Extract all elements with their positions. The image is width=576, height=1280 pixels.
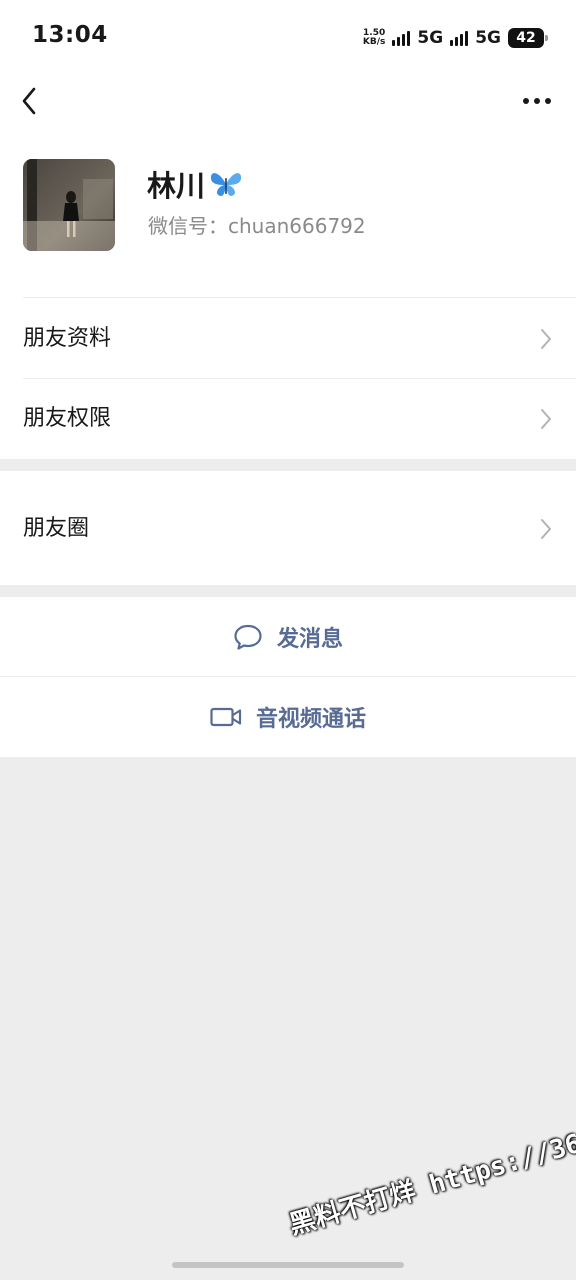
battery-icon: 42 [508,28,548,48]
row-label: 朋友资料 [23,326,112,351]
back-button[interactable] [14,84,44,118]
contact-name-text: 林川 [147,169,206,203]
wechat-id: 微信号：chuan666792 [148,214,366,238]
network-type-1: 5G [417,28,444,48]
row-label: 朋友权限 [23,406,112,431]
row-friend-profile[interactable]: 朋友资料 [0,299,576,379]
video-call-label: 音视频通话 [255,707,366,732]
video-camera-icon [210,707,242,727]
avatar-photo [23,159,115,251]
send-message-button[interactable]: 发消息 [0,597,576,677]
send-message-label: 发消息 [276,627,343,652]
watermark: 黑料不打烊 https://365bdy15.com [286,1085,576,1241]
video-call-button[interactable]: 音视频通话 [0,677,576,757]
divider [23,297,576,298]
row-moments[interactable]: 朋友圈 [0,489,576,569]
status-icons: 1.50 KB/s 5G 5G 42 [363,26,548,50]
chevron-right-icon [541,329,551,349]
signal-icon [392,30,411,46]
chevron-right-icon [541,409,551,429]
status-bar: 13:04 1.50 KB/s 5G 5G 42 [0,0,576,76]
more-dots-icon [523,98,551,104]
chat-bubble-icon [234,624,262,650]
home-indicator[interactable] [172,1262,404,1268]
avatar[interactable] [23,159,115,251]
more-button[interactable] [522,88,552,114]
chevron-right-icon [541,519,551,539]
chevron-left-icon [22,87,36,115]
signal-icon [450,30,469,46]
contact-name: 林川 [147,163,243,205]
row-label: 朋友圈 [23,516,90,541]
network-speed: 1.50 KB/s [363,29,385,47]
battery-level: 42 [516,30,536,46]
row-friend-permissions[interactable]: 朋友权限 [0,379,576,459]
butterfly-icon [210,173,242,196]
network-type-2: 5G [475,28,501,48]
status-time: 13:04 [32,22,108,48]
network-speed-unit: KB/s [362,37,386,47]
